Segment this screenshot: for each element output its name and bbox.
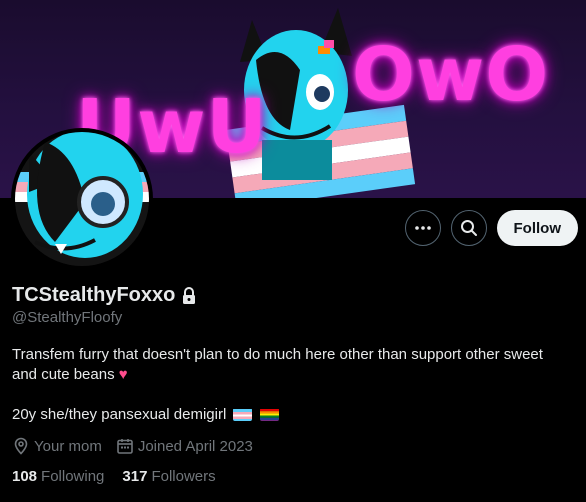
joined-text: Joined April 2023 — [137, 437, 253, 455]
bio-line-3: 20y she/they pansexual demigirl — [12, 406, 227, 423]
followers-count: 317 — [122, 468, 148, 485]
profile-actions: Follow — [404, 210, 578, 246]
profile-avatar[interactable] — [11, 128, 153, 270]
avatar-artwork — [15, 132, 149, 266]
bio-line-2: and cute beans — [12, 366, 115, 383]
joined-item: Joined April 2023 — [116, 437, 253, 455]
location-icon — [14, 437, 28, 455]
profile-stats: 108 Following 317 Followers — [12, 468, 216, 485]
name-row: TCStealthyFoxxo — [12, 284, 197, 307]
followers-link[interactable]: 317 Followers — [122, 468, 215, 485]
search-icon — [460, 220, 477, 236]
more-icon — [414, 226, 431, 230]
rainbow-flag-icon — [259, 408, 279, 421]
profile-bio: Transfem furry that doesn't plan to do m… — [12, 345, 578, 425]
location-text: Your mom — [34, 437, 102, 455]
lock-icon — [183, 286, 196, 304]
bio-spacer — [12, 385, 578, 405]
bio-line-2-wrap: and cute beans ♥ — [12, 365, 578, 385]
bio-line-3-wrap: 20y she/they pansexual demigirl — [12, 405, 578, 425]
location-item: Your mom — [12, 437, 102, 455]
following-label: Following — [41, 468, 105, 485]
following-link[interactable]: 108 Following — [12, 468, 104, 485]
display-name: TCStealthyFoxxo — [12, 284, 176, 306]
calendar-icon — [117, 439, 133, 454]
search-profile-button[interactable] — [450, 210, 487, 246]
more-button[interactable] — [404, 210, 441, 246]
following-count: 108 — [12, 468, 38, 485]
profile-handle: @StealthyFloofy — [12, 309, 123, 326]
bio-line-1: Transfem furry that doesn't plan to do m… — [12, 346, 543, 363]
trans-flag-icon — [233, 408, 253, 421]
sparkling-heart-icon: ♥ — [118, 366, 128, 383]
follow-button[interactable]: Follow — [496, 210, 578, 246]
profile-meta: Your mom Joined April 2023 — [12, 437, 253, 455]
followers-label: Followers — [151, 468, 216, 485]
banner-owo-text: OwO — [352, 32, 550, 118]
